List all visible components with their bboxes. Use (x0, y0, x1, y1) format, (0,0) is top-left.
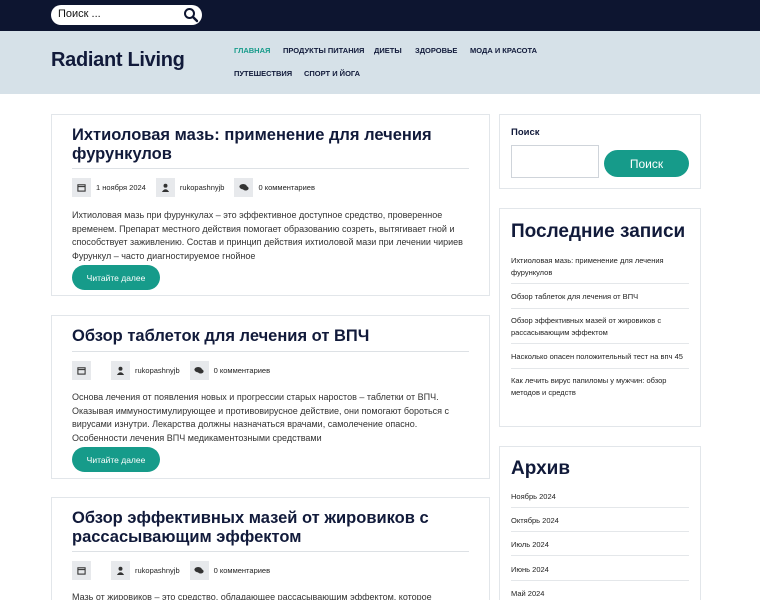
post-excerpt: Основа лечения от появления новых и прог… (72, 392, 450, 443)
top-search-input[interactable]: Поиск ... (51, 5, 202, 25)
divider (511, 368, 689, 369)
divider (511, 308, 689, 309)
read-more-button[interactable]: Читайте далее (72, 265, 160, 290)
user-icon (111, 361, 130, 380)
comments-icon (189, 361, 209, 380)
comments-icon (234, 178, 254, 197)
recent-post-link[interactable]: Обзор эффективных мазей от жировиков с р… (511, 315, 689, 339)
divider (511, 283, 689, 284)
post-title[interactable]: Обзор эффективных мазей от жировиков с р… (72, 509, 472, 547)
sidebar-search-widget: Поиск Поиск (499, 114, 701, 189)
search-icon[interactable] (183, 7, 199, 23)
recent-post-link[interactable]: Как лечить вирус папиломы у мужчин: обзо… (511, 375, 689, 399)
divider (511, 531, 689, 532)
nav-item-travel[interactable]: Путешествия (234, 69, 292, 78)
user-icon (155, 178, 175, 197)
archive-link[interactable]: Июнь 2024 (511, 564, 689, 576)
sidebar-search-input[interactable] (511, 145, 599, 178)
post-comments[interactable]: 0 комментариев (214, 366, 270, 375)
user-icon (111, 561, 130, 580)
post-author[interactable]: rukopashnyjb (135, 366, 180, 375)
divider (511, 343, 689, 344)
nav-item-home[interactable]: Главная (234, 46, 270, 55)
divider (72, 351, 469, 352)
divider (72, 551, 469, 552)
archive-link[interactable]: Октябрь 2024 (511, 515, 689, 527)
nav-item-health[interactable]: Здоровье (415, 46, 457, 55)
top-bar: Поиск ... (0, 0, 760, 31)
post-excerpt: Ихтиоловая мазь при фурункулах – это эфф… (72, 210, 463, 261)
divider (511, 507, 689, 508)
top-search-placeholder: Поиск ... (58, 8, 101, 20)
divider (511, 580, 689, 581)
nav-item-sport[interactable]: Спорт и йога (304, 69, 360, 78)
divider (72, 168, 469, 169)
post-meta: 1 ноября 2024 rukopashnyjb 0 комментарие… (72, 178, 325, 197)
post-card: Обзор таблеток для лечения от ВПЧ rukopa… (51, 315, 490, 479)
sidebar-search-label: Поиск (511, 127, 540, 138)
nav-item-fashion[interactable]: Мода и красота (470, 46, 537, 55)
post-meta: rukopashnyjb 0 комментариев (72, 561, 280, 580)
post-title[interactable]: Обзор таблеток для лечения от ВПЧ (72, 327, 472, 346)
post-comments[interactable]: 0 комментариев (214, 566, 270, 575)
archive-link[interactable]: Ноябрь 2024 (511, 491, 689, 503)
post-date[interactable]: 1 ноября 2024 (96, 183, 146, 192)
recent-post-link[interactable]: Насколько опасен положительный тест на в… (511, 351, 689, 363)
archive-widget: Архив Ноябрь 2024 Октябрь 2024 Июль 2024… (499, 446, 701, 600)
post-excerpt: Мазь от жировиков – это средство, облада… (72, 592, 432, 600)
recent-post-link[interactable]: Ихтиоловая мазь: применение для лечения … (511, 255, 689, 279)
read-more-button[interactable]: Читайте далее (72, 447, 160, 472)
post-author[interactable]: rukopashnyjb (180, 183, 225, 192)
recent-post-link[interactable]: Обзор таблеток для лечения от ВПЧ (511, 291, 689, 303)
comments-icon (189, 561, 209, 580)
sidebar-search-button[interactable]: Поиск (604, 150, 689, 177)
post-comments[interactable]: 0 комментариев (258, 183, 314, 192)
post-meta: rukopashnyjb 0 комментариев (72, 361, 280, 380)
post-card: Обзор эффективных мазей от жировиков с р… (51, 497, 490, 600)
nav-item-diets[interactable]: Диеты (374, 46, 402, 55)
archive-link[interactable]: Июль 2024 (511, 539, 689, 551)
site-title[interactable]: Radiant Living (51, 49, 185, 72)
calendar-icon (72, 361, 91, 380)
post-card: Ихтиоловая мазь: применение для лечения … (51, 114, 490, 296)
nav-item-food[interactable]: Продукты питания (283, 46, 364, 55)
calendar-icon (72, 178, 91, 197)
archive-link[interactable]: Май 2024 (511, 588, 689, 600)
archive-title: Архив (511, 458, 571, 479)
post-author[interactable]: rukopashnyjb (135, 566, 180, 575)
recent-posts-title: Последние записи (511, 221, 686, 242)
calendar-icon (72, 561, 91, 580)
post-title[interactable]: Ихтиоловая мазь: применение для лечения … (72, 126, 472, 164)
recent-posts-widget: Последние записи Ихтиоловая мазь: примен… (499, 208, 701, 427)
divider (511, 555, 689, 556)
